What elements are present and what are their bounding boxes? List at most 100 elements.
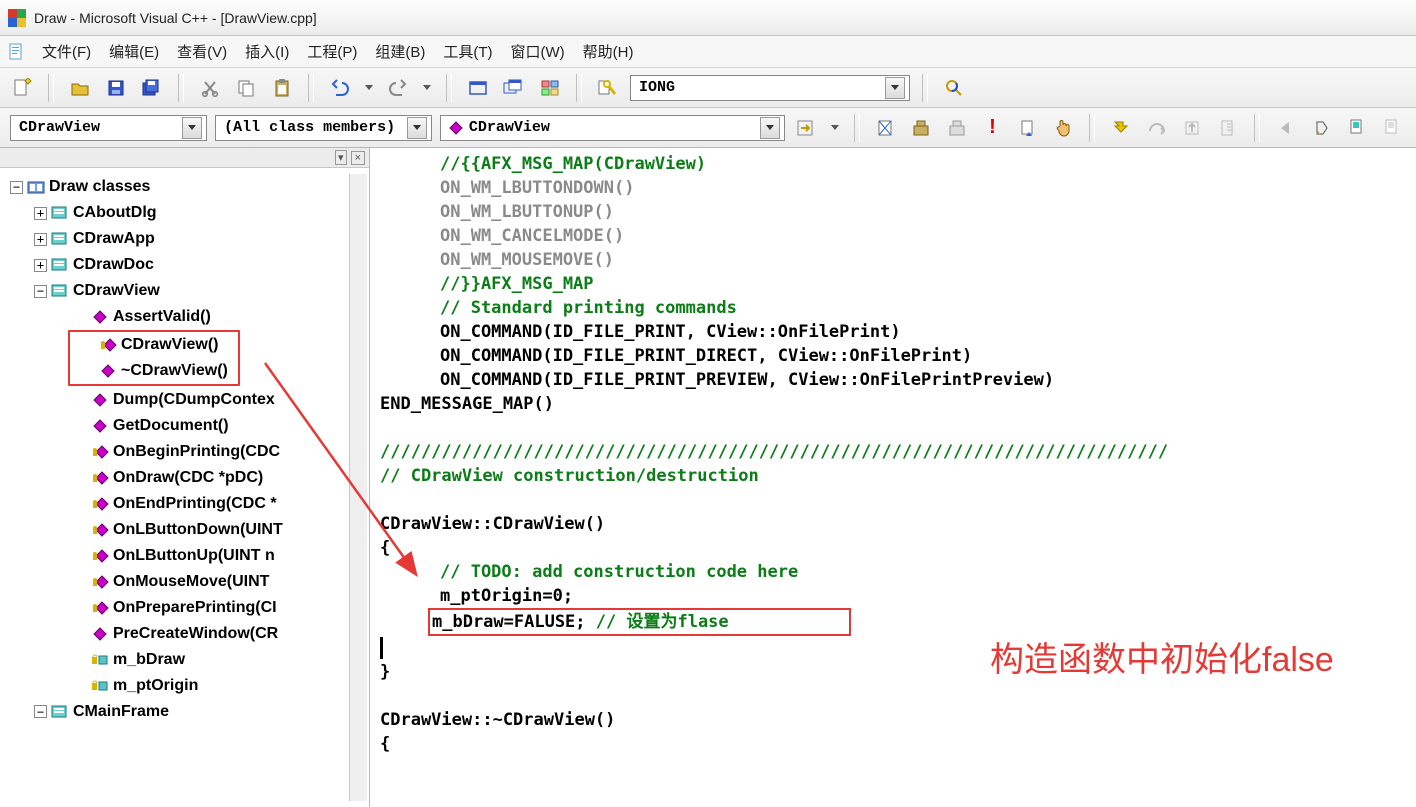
tree-member[interactable]: OnMouseMove(UINT [4,569,349,595]
code-editor[interactable]: //{{AFX_MSG_MAP(CDrawView) ON_WM_LBUTTON… [370,148,1416,807]
bookmark-toggle-button[interactable] [1343,114,1371,142]
method-icon [91,309,109,325]
undo-button[interactable] [326,74,354,102]
method-icon [99,363,117,379]
tree-member[interactable]: OnBeginPrinting(CDC [4,439,349,465]
protected-method-icon [91,600,109,616]
menu-build[interactable]: 组建(B) [367,37,433,66]
code-line: { [380,732,1416,756]
search-combo[interactable]: IONG [630,75,910,101]
menu-project[interactable]: 工程(P) [299,37,365,66]
tree-class-cdrawview[interactable]: − CDrawView [4,278,349,304]
code-line: // Standard printing commands [380,296,1416,320]
code-line: CDrawView::~CDrawView() [380,708,1416,732]
tree-class-cdrawdoc[interactable]: + CDrawDoc [4,252,349,278]
redo-dropdown[interactable] [420,74,434,102]
tree-member[interactable]: GetDocument() [4,413,349,439]
new-text-file-button[interactable] [8,74,36,102]
collapse-icon[interactable]: − [34,285,47,298]
breakpoint-hand-icon[interactable] [1050,114,1078,142]
menu-insert[interactable]: 插入(I) [237,37,297,66]
chevron-down-icon[interactable] [407,117,427,139]
menu-tools[interactable]: 工具(T) [435,37,500,66]
tree-member[interactable]: OnDraw(CDC *pDC) [4,465,349,491]
collapse-icon[interactable]: − [10,181,23,194]
cut-button[interactable] [196,74,224,102]
copy-button[interactable] [232,74,260,102]
nav-back-button[interactable] [1272,114,1300,142]
class-tree[interactable]: − Draw classes + CAboutDlg + CDrawApp + … [0,168,369,807]
nav-fwd-button[interactable] [1307,114,1335,142]
find-in-files-button[interactable] [594,74,622,102]
tree-class-caboutdlg[interactable]: + CAboutDlg [4,200,349,226]
expand-icon[interactable]: + [34,259,47,272]
menu-edit[interactable]: 编辑(E) [101,37,167,66]
code-line: //}}AFX_MSG_MAP [380,272,1416,296]
code-line: { [380,536,1416,560]
execute-button[interactable]: ! [979,114,1007,142]
save-button[interactable] [102,74,130,102]
panel-dropdown-icon[interactable]: ▾ [335,150,347,165]
step-into-button[interactable] [1107,114,1135,142]
tree-scrollbar[interactable] [349,174,367,801]
tree-member[interactable]: AssertValid() [4,304,349,330]
protected-method-icon [91,522,109,538]
tile-button[interactable] [536,74,564,102]
tree-member-dtor[interactable]: ~CDrawView() [76,358,234,384]
code-line: ////////////////////////////////////////… [380,440,1416,464]
function-combo[interactable]: CDrawView [440,115,785,141]
go-button[interactable] [1014,114,1042,142]
search-button[interactable] [940,74,968,102]
chevron-down-icon[interactable] [182,117,202,139]
chevron-down-icon[interactable] [760,117,780,139]
panel-close-icon[interactable]: × [351,151,365,165]
menu-view[interactable]: 查看(V) [169,37,235,66]
goto-dropdown[interactable] [828,114,842,142]
tree-member[interactable]: OnLButtonUp(UINT n [4,543,349,569]
tree-root[interactable]: − Draw classes [4,174,349,200]
tree-class-cdrawapp[interactable]: + CDrawApp [4,226,349,252]
tree-member[interactable]: OnPreparePrinting(CI [4,595,349,621]
menu-file[interactable]: 文件(F) [34,37,99,66]
tree-member-var[interactable]: m_ptOrigin [4,673,349,699]
goto-button[interactable] [793,114,821,142]
workspace-button[interactable] [464,74,492,102]
code-line: ON_WM_MOUSEMOVE() [380,248,1416,272]
build-button[interactable] [907,114,935,142]
compile-button[interactable] [872,114,900,142]
menu-help[interactable]: 帮助(H) [575,37,642,66]
bookmark-list-button[interactable] [1378,114,1406,142]
tree-member-ctor[interactable]: CDrawView() [76,332,234,358]
stop-build-button[interactable] [943,114,971,142]
method-icon [91,418,109,434]
class-icon [51,257,69,273]
collapse-icon[interactable]: − [34,705,47,718]
tree-member[interactable]: OnLButtonDown(UINT [4,517,349,543]
expand-icon[interactable]: + [34,233,47,246]
code-line: END_MESSAGE_MAP() [380,392,1416,416]
menu-window[interactable]: 窗口(W) [502,37,572,66]
undo-dropdown[interactable] [362,74,376,102]
tree-member-var[interactable]: m_bDraw [4,647,349,673]
annotation-text: 构造函数中初始化false [990,648,1334,672]
doc-icon [6,42,26,62]
protected-method-icon [91,548,109,564]
open-button[interactable] [66,74,94,102]
class-combo[interactable]: CDrawView [10,115,207,141]
tree-class-cmainframe[interactable]: − CMainFrame [4,699,349,725]
save-all-button[interactable] [138,74,166,102]
step-over-button[interactable] [1143,114,1171,142]
expand-icon[interactable]: + [34,207,47,220]
paste-button[interactable] [268,74,296,102]
tree-member[interactable]: OnEndPrinting(CDC * [4,491,349,517]
tree-member[interactable]: PreCreateWindow(CR [4,621,349,647]
private-var-icon [91,678,109,694]
step-out-button[interactable] [1179,114,1207,142]
run-to-cursor-button[interactable] [1214,114,1242,142]
protected-method-icon [91,574,109,590]
window-list-button[interactable] [500,74,528,102]
tree-member[interactable]: Dump(CDumpContex [4,387,349,413]
members-combo[interactable]: (All class members) [215,115,432,141]
redo-button[interactable] [384,74,412,102]
chevron-down-icon[interactable] [885,77,905,99]
